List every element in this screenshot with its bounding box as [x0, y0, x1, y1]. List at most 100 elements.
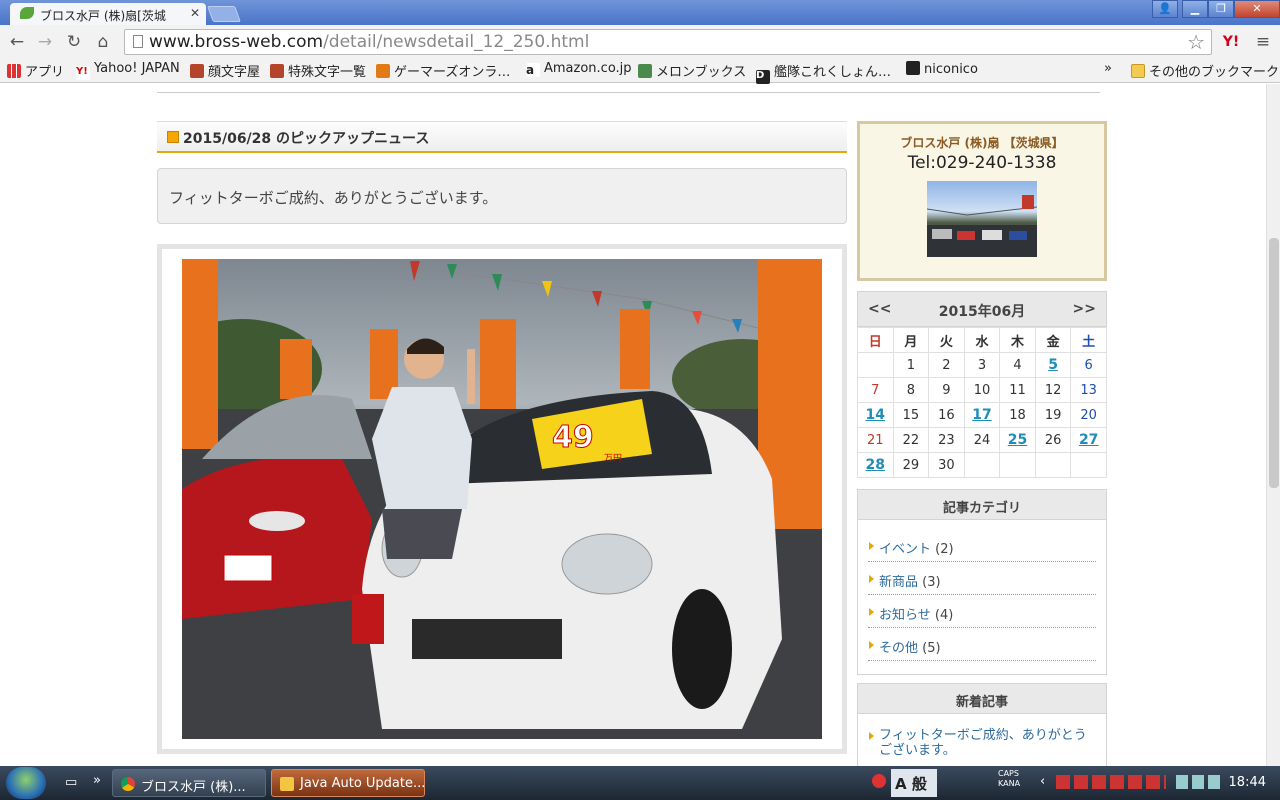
bookmark-star-icon[interactable]: ☆ [1187, 30, 1205, 54]
url-domain: www.bross-web.com [149, 32, 324, 52]
calendar-title: 2015年06月 [938, 304, 1026, 320]
restore-button[interactable]: ❐ [1208, 0, 1234, 18]
news-title: フィットターボご成約、ありがとうございます。 [157, 168, 847, 224]
other-bookmarks-folder[interactable]: その他のブックマーク [1131, 61, 1279, 80]
category-item: イベント (2) [868, 529, 1096, 562]
forward-icon[interactable]: → [34, 31, 56, 53]
bookmark-kaomoji[interactable]: 顔文字屋 [190, 61, 260, 80]
calendar-day: 21 [857, 427, 894, 453]
bookmark-gamers[interactable]: ゲーマーズオンラ… [376, 61, 510, 80]
shop-info-box: ブロス水戸 (株)扇 【茨城県】 Tel:029-240-1338 [857, 121, 1107, 281]
system-tray-icons[interactable] [1176, 775, 1221, 789]
tab-title: ブロス水戸 (株)扇[茨城 [40, 9, 166, 23]
tray-chevron-icon[interactable]: ‹ [1040, 774, 1045, 789]
kancolle-icon: D [756, 70, 770, 84]
arrow-right-icon [869, 608, 874, 616]
calendar-next-link[interactable]: >> [1073, 301, 1096, 317]
calendar-day[interactable]: 17 [963, 402, 1001, 428]
leaf-favicon-icon [20, 7, 34, 19]
bookmark-amazon[interactable]: a Amazon.co.jp [526, 61, 632, 77]
calendar-day: 9 [928, 377, 965, 403]
calendar-day: 24 [963, 427, 1001, 453]
browser-tab[interactable]: ブロス水戸 (株)扇[茨城 ✕ [10, 3, 206, 25]
yahoo-extension-icon[interactable]: Y! [1220, 31, 1242, 53]
bookmark-special-chars[interactable]: 特殊文字一覧 [270, 61, 366, 80]
category-item: お知らせ (4) [868, 595, 1096, 628]
photo-price-text: 49 [552, 420, 594, 455]
category-count: (5) [922, 641, 941, 656]
scrollbar-thumb[interactable] [1269, 238, 1279, 488]
back-icon[interactable]: ← [6, 31, 28, 53]
calendar-day[interactable]: 28 [857, 452, 894, 478]
apps-grid-icon [7, 64, 21, 78]
weekday-header: 水 [963, 327, 1001, 353]
minimize-button[interactable]: ▁ [1182, 0, 1208, 18]
tray-notification-icon[interactable] [872, 774, 886, 788]
weekday-header: 木 [999, 327, 1036, 353]
calendar-day[interactable]: 25 [999, 427, 1036, 453]
weekday-header: 火 [928, 327, 965, 353]
page-scrollbar[interactable] [1266, 84, 1280, 766]
photo-price-unit: 万円 [604, 453, 622, 464]
niconico-icon [906, 61, 920, 75]
calendar-day: 12 [1034, 377, 1072, 403]
close-tab-icon[interactable]: ✕ [190, 6, 200, 20]
shop-photo[interactable] [927, 181, 1037, 257]
calendar-day: 1 [892, 352, 930, 378]
calendar-day [999, 452, 1036, 478]
shop-name: ブロス水戸 (株)扇 【茨城県】 [900, 136, 1064, 150]
calendar-day [1034, 452, 1072, 478]
start-button[interactable] [6, 767, 46, 799]
calendar-header: << 2015年06月 >> [857, 291, 1107, 327]
browser-titlebar: ブロス水戸 (株)扇[茨城 ✕ 👤 ▁ ❐ ✕ [0, 0, 1280, 25]
ime-toolbar[interactable]: A 般 [891, 769, 937, 797]
arrow-right-icon [869, 575, 874, 583]
calendar-day: 8 [892, 377, 930, 403]
category-link[interactable]: その他 [879, 641, 918, 656]
calendar-day [1070, 452, 1107, 478]
calendar-day[interactable]: 5 [1034, 352, 1072, 378]
calendar-day: 15 [892, 402, 930, 428]
page-content: 2015/06/28 のピックアップニュース フィットターボご成約、ありがとうご… [0, 84, 1266, 766]
quicklaunch-overflow-icon[interactable]: » [90, 769, 108, 797]
page-icon [133, 35, 143, 48]
home-icon[interactable]: ⌂ [92, 31, 114, 53]
divider [157, 92, 1100, 93]
bookmark-niconico[interactable]: niconico [906, 61, 978, 77]
calendar: << 2015年06月 >> 日 月 火 水 木 金 土 1 2 3 4 5 6 7 8 9 10… [857, 291, 1107, 478]
bookmarks-overflow-button[interactable]: » [1104, 61, 1112, 76]
category-link[interactable]: イベント [879, 542, 931, 557]
show-desktop-icon[interactable]: ▭ [62, 769, 84, 797]
user-icon[interactable]: 👤 [1152, 0, 1178, 18]
folder-icon [1131, 64, 1145, 78]
recent-article-link[interactable]: フィットターボご成約、ありがとうございます。 [879, 728, 1087, 758]
calendar-day: 29 [892, 452, 930, 478]
site-icon [376, 64, 390, 78]
calendar-day: 4 [999, 352, 1036, 378]
bookmark-melonbooks[interactable]: メロンブックス [638, 61, 746, 80]
taskbar-chrome-button[interactable]: ブロス水戸 (株)... [112, 769, 266, 797]
menu-icon[interactable]: ≡ [1252, 31, 1274, 53]
category-link[interactable]: 新商品 [879, 575, 918, 590]
taskbar-clock[interactable]: 18:44 [1229, 775, 1266, 790]
chrome-icon [121, 777, 135, 791]
taskbar-java-button[interactable]: Java Auto Update... [271, 769, 425, 797]
car-dealership-photo: 49 万円 [182, 259, 822, 739]
close-window-button[interactable]: ✕ [1234, 0, 1280, 18]
calendar-day [963, 452, 1001, 478]
bookmark-yahoo[interactable]: Y! Yahoo! JAPAN [76, 61, 180, 80]
tray-icons[interactable] [1056, 775, 1166, 789]
calendar-day: 20 [1070, 402, 1107, 428]
amazon-icon: a [526, 63, 540, 77]
calendar-day[interactable]: 14 [857, 402, 894, 428]
calendar-day[interactable]: 27 [1070, 427, 1107, 453]
category-link[interactable]: お知らせ [879, 608, 931, 623]
category-item: 新商品 (3) [868, 562, 1096, 595]
bookmark-kancolle[interactable]: D 艦隊これくしょん… [756, 61, 891, 84]
reload-icon[interactable]: ↻ [63, 31, 85, 53]
news-photo-frame: 49 万円 [157, 244, 847, 754]
bookmark-apps[interactable]: アプリ [7, 61, 64, 80]
new-tab-button[interactable] [207, 6, 241, 22]
address-bar[interactable]: www.bross-web.com/detail/newsdetail_12_2… [124, 29, 1212, 55]
shop-tel: Tel:029-240-1338 [907, 153, 1057, 173]
